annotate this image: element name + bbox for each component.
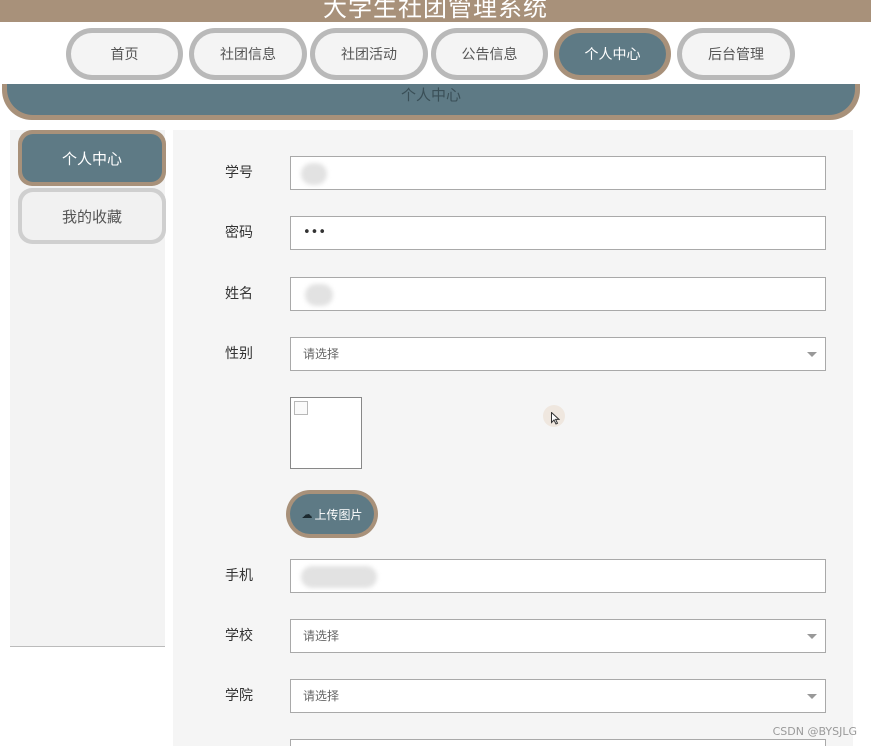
- cloud-upload-icon: ☁: [301, 507, 313, 521]
- cursor-arrow-icon: [551, 412, 560, 425]
- form-row-college: 学院 请选择: [173, 679, 853, 713]
- nav-item-label: 社团信息: [194, 33, 302, 75]
- nav-item-label: 社团活动: [315, 33, 423, 75]
- form-row-school: 学校 请选择: [173, 619, 853, 653]
- password-input[interactable]: •••: [290, 216, 826, 250]
- top-banner: 大学生社团管理系统: [0, 0, 871, 22]
- form-row-gender: 性别 请选择: [173, 337, 853, 371]
- gender-placeholder: 请选择: [303, 347, 340, 361]
- upload-image-button[interactable]: ☁ 上传图片: [286, 490, 378, 538]
- form-row-phone: 手机: [173, 559, 853, 593]
- chevron-down-icon: [807, 352, 817, 357]
- phone-input[interactable]: [290, 559, 826, 593]
- section-header: 个人中心: [2, 84, 860, 120]
- college-select[interactable]: 请选择: [290, 679, 826, 713]
- nav-item-label: 个人中心: [559, 33, 666, 75]
- sidebar-item-personal-center[interactable]: 个人中心: [18, 130, 166, 186]
- nav-item-club-activities[interactable]: 社团活动: [310, 28, 428, 80]
- broken-image-icon: [294, 401, 308, 415]
- nav-item-label: 公告信息: [436, 33, 543, 75]
- nav-item-personal-center[interactable]: 个人中心: [554, 28, 671, 80]
- redacted-mask: [301, 163, 327, 185]
- phone-label: 手机: [225, 568, 253, 584]
- main-nav: 首页 社团信息 社团活动 公告信息 个人中心 后台管理: [0, 28, 871, 80]
- sidebar: 个人中心 我的收藏: [10, 130, 166, 647]
- form-row-name: 姓名: [173, 277, 853, 311]
- college-label: 学院: [225, 688, 253, 704]
- nav-item-label: 后台管理: [682, 33, 790, 75]
- sidebar-item-label: 我的收藏: [22, 192, 162, 240]
- upload-button-body: ☁ 上传图片: [290, 494, 374, 534]
- nav-item-home[interactable]: 首页: [66, 28, 183, 80]
- form-row-student-id: 学号: [173, 156, 853, 190]
- sidebar-item-label: 个人中心: [22, 134, 162, 182]
- gender-select[interactable]: 请选择: [290, 337, 826, 371]
- school-label: 学校: [225, 628, 253, 644]
- school-select[interactable]: 请选择: [290, 619, 826, 653]
- gender-label: 性别: [225, 346, 253, 362]
- section-title: 个人中心: [7, 84, 855, 115]
- chevron-down-icon: [807, 634, 817, 639]
- chevron-down-icon: [807, 694, 817, 699]
- form-row-partial: [173, 739, 853, 746]
- nav-item-admin[interactable]: 后台管理: [677, 28, 795, 80]
- name-label: 姓名: [225, 286, 253, 302]
- school-placeholder: 请选择: [303, 629, 340, 643]
- avatar-preview: [290, 397, 362, 469]
- nav-item-announcements[interactable]: 公告信息: [431, 28, 548, 80]
- watermark: CSDN @BYSJLG: [772, 725, 857, 738]
- partial-input[interactable]: [290, 739, 826, 746]
- student-id-input[interactable]: [290, 156, 826, 190]
- app-title: 大学生社团管理系统: [323, 0, 548, 22]
- profile-form: 学号 密码 ••• 姓名 性别 请选择 ☁ 上传图片 手机 学校 请选择 学院 …: [173, 130, 853, 746]
- form-row-password: 密码 •••: [173, 216, 853, 250]
- nav-item-club-info[interactable]: 社团信息: [189, 28, 307, 80]
- redacted-mask: [301, 566, 377, 588]
- name-input[interactable]: [290, 277, 826, 311]
- college-placeholder: 请选择: [303, 689, 340, 703]
- redacted-mask: [305, 284, 333, 306]
- password-label: 密码: [225, 225, 253, 241]
- mouse-cursor: [543, 405, 565, 427]
- student-id-label: 学号: [225, 165, 253, 181]
- upload-button-label: 上传图片: [314, 507, 363, 522]
- nav-item-label: 首页: [71, 33, 178, 75]
- sidebar-item-favorites[interactable]: 我的收藏: [18, 188, 166, 244]
